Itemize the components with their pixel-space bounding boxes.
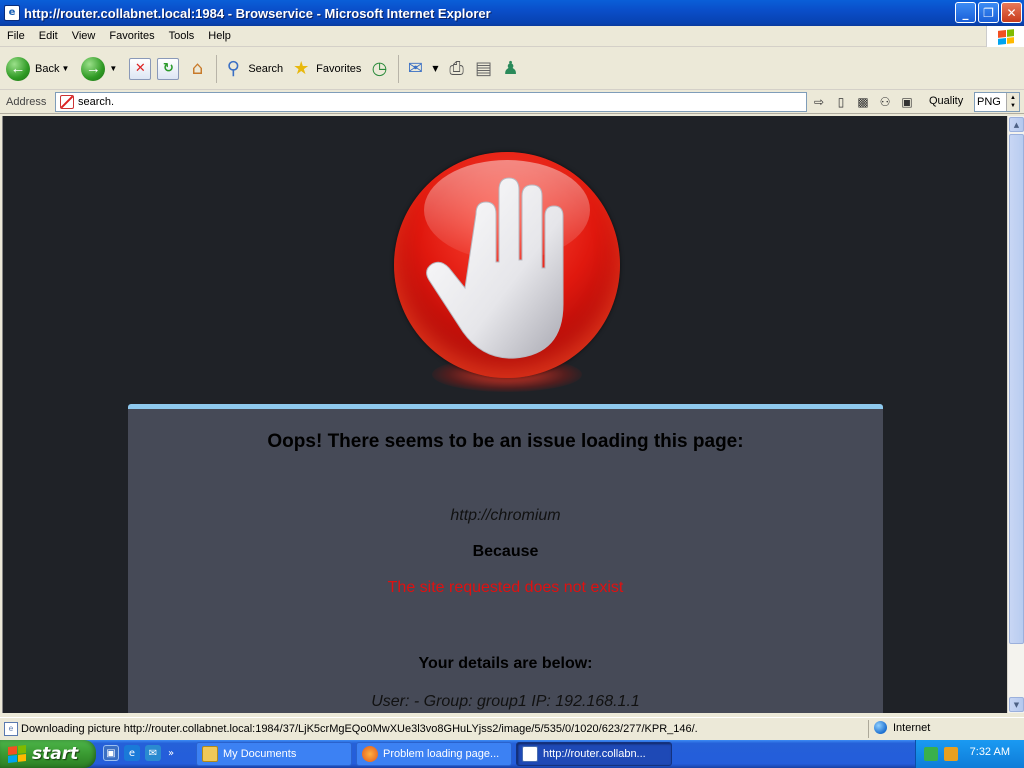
- forward-arrow-icon: →: [81, 56, 106, 81]
- start-button[interactable]: start: [0, 740, 96, 768]
- ie-icon: e: [4, 5, 20, 21]
- task-label: Problem loading page...: [383, 748, 500, 760]
- back-arrow-icon: ←: [6, 56, 30, 81]
- window-title: http://router.collabnet.local:1984 - Bro…: [24, 5, 491, 21]
- minimize-button[interactable]: _: [955, 2, 976, 23]
- search-icon: ⚲: [226, 58, 240, 78]
- address-bar: Address ⇨ ▯ ▩ ⚇ ▣ Quality PNG ▲▼: [0, 90, 1024, 114]
- menu-favorites[interactable]: Favorites: [102, 30, 161, 42]
- quality-select[interactable]: PNG ▲ ▼: [974, 92, 1020, 112]
- vertical-scrollbar[interactable]: ▲ ▼: [1007, 116, 1024, 713]
- task-my-documents[interactable]: My Documents: [196, 742, 352, 766]
- menu-file[interactable]: File: [0, 30, 32, 42]
- start-label: start: [32, 744, 79, 764]
- stop-hand-icon: [392, 152, 622, 402]
- maximize-button[interactable]: ❐: [978, 2, 999, 23]
- close-button[interactable]: ✕: [1001, 2, 1022, 23]
- find-icon[interactable]: ⚇: [876, 93, 894, 111]
- forward-button[interactable]: → ▼: [81, 56, 123, 81]
- ie-page-icon: [522, 746, 538, 762]
- menu-edit[interactable]: Edit: [32, 30, 65, 42]
- windows-flag-icon: [8, 745, 26, 763]
- address-input[interactable]: [78, 96, 778, 108]
- taskbar: start ▣ e ✉ » My Documents Problem loadi…: [0, 740, 1024, 768]
- quality-value: PNG: [977, 96, 1001, 108]
- mail-icon[interactable]: ✉: [403, 57, 427, 81]
- edit-icon[interactable]: ▤: [472, 57, 496, 81]
- ie-quicklaunch-icon[interactable]: e: [124, 745, 140, 761]
- error-panel: Oops! There seems to be an issue loading…: [128, 404, 883, 713]
- scroll-thumb[interactable]: [1009, 134, 1024, 644]
- status-bar: e Downloading picture http://router.coll…: [0, 717, 1024, 739]
- details-heading: Your details are below:: [418, 655, 593, 672]
- favorites-button[interactable]: ★ Favorites: [289, 57, 361, 81]
- scroll-up-button[interactable]: ▲: [1009, 117, 1024, 132]
- search-button[interactable]: ⚲ Search: [221, 57, 283, 81]
- menu-tools[interactable]: Tools: [162, 30, 202, 42]
- user-details: User: - Group: group1 IP: 192.168.1.1: [371, 693, 640, 710]
- page-viewport: Oops! There seems to be an issue loading…: [2, 116, 1007, 713]
- zone-label: Internet: [893, 721, 931, 734]
- page-icon[interactable]: ▩: [854, 93, 872, 111]
- quality-spinner-icon[interactable]: ▲ ▼: [1006, 93, 1019, 111]
- refresh-icon[interactable]: ↻: [157, 57, 180, 80]
- error-reason: The site requested does not exist: [387, 579, 624, 596]
- toolbar-separator: [398, 54, 400, 83]
- menu-help[interactable]: Help: [201, 30, 238, 42]
- status-text: Downloading picture http://router.collab…: [21, 723, 698, 735]
- toolbar-separator: [216, 54, 218, 83]
- page-loading-icon: e: [4, 722, 18, 736]
- status-message: e Downloading picture http://router.coll…: [4, 721, 864, 737]
- quick-launch: ▣ e ✉ »: [103, 745, 176, 761]
- forward-dropdown-icon[interactable]: ▼: [109, 64, 117, 73]
- windows-logo-icon: [986, 26, 1024, 47]
- clock[interactable]: 7:32 AM: [970, 746, 1010, 758]
- window-controls: _ ❐ ✕: [955, 2, 1022, 23]
- back-label: Back: [35, 62, 60, 75]
- search-label: Search: [248, 62, 284, 75]
- quality-label: Quality: [929, 95, 964, 107]
- menu-bar: File Edit View Favorites Tools Help: [0, 26, 1024, 47]
- back-dropdown-icon[interactable]: ▼: [61, 64, 69, 73]
- print-icon[interactable]: ⎙: [445, 57, 469, 81]
- task-label: http://router.collabn...: [543, 748, 646, 760]
- network-icon[interactable]: [924, 747, 938, 761]
- folder-icon: [202, 746, 218, 762]
- task-problem-loading[interactable]: Problem loading page...: [356, 742, 512, 766]
- more-chevron-icon[interactable]: »: [166, 745, 176, 761]
- scroll-down-button[interactable]: ▼: [1009, 697, 1024, 712]
- show-desktop-icon[interactable]: ▣: [103, 745, 119, 761]
- clipboard-icon[interactable]: ▣: [898, 93, 916, 111]
- menu-view[interactable]: View: [65, 30, 103, 42]
- status-divider: [868, 720, 869, 738]
- error-heading: Oops! There seems to be an issue loading…: [267, 431, 744, 452]
- tray-app-icon[interactable]: [944, 747, 958, 761]
- title-bar: e http://router.collabnet.local:1984 - B…: [0, 0, 1024, 26]
- address-field[interactable]: [55, 92, 807, 112]
- home-icon[interactable]: ⌂: [185, 57, 209, 81]
- outlook-icon[interactable]: ✉: [145, 745, 161, 761]
- system-tray: 7:32 AM: [915, 740, 1024, 768]
- because-label: Because: [472, 543, 539, 560]
- go-arrow-icon[interactable]: ⇨: [810, 93, 828, 111]
- star-icon: ★: [293, 58, 310, 78]
- security-zone: Internet: [874, 721, 930, 734]
- favorites-label: Favorites: [316, 62, 362, 75]
- globe-icon: [874, 721, 887, 734]
- address-tools: ⇨ ▯ ▩ ⚇ ▣: [810, 93, 916, 111]
- address-label: Address: [6, 95, 47, 108]
- hand-icon: [426, 177, 564, 359]
- no-favicon-icon: [60, 95, 74, 109]
- firefox-icon: [362, 746, 378, 762]
- stop-icon[interactable]: ✕: [129, 57, 152, 80]
- error-url: http://chromium: [450, 507, 561, 524]
- task-label: My Documents: [223, 748, 297, 760]
- messenger-icon[interactable]: ♟: [499, 57, 523, 81]
- toolbar: ← Back ▼ → ▼ ✕ ↻ ⌂ ⚲ Search ★ Favorites …: [0, 48, 1024, 90]
- task-browservice[interactable]: http://router.collabn...: [516, 742, 672, 766]
- bookmark-icon[interactable]: ▯: [832, 93, 850, 111]
- mail-dropdown-icon[interactable]: ▼: [432, 64, 438, 73]
- history-icon[interactable]: ◷: [367, 57, 391, 81]
- back-button[interactable]: ← Back ▼: [6, 56, 75, 81]
